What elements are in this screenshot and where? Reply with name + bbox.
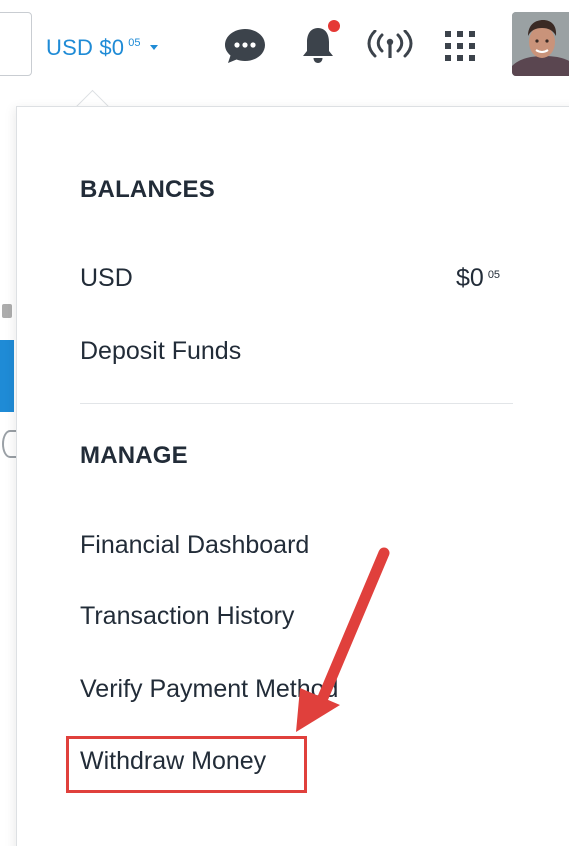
search-input[interactable]	[0, 12, 32, 76]
usd-balance-value: $0 05	[456, 264, 500, 293]
background-text-fragment	[0, 300, 14, 322]
usd-balance-amount: $0	[456, 264, 484, 292]
avatar[interactable]	[512, 12, 569, 76]
deposit-funds-link[interactable]: Deposit Funds	[80, 337, 241, 366]
balances-heading: BALANCES	[80, 176, 215, 203]
background-accent-bar	[0, 340, 14, 412]
transaction-history-link[interactable]: Transaction History	[80, 602, 294, 631]
financial-dashboard-link[interactable]: Financial Dashboard	[80, 531, 309, 560]
apps-grid-icon[interactable]	[442, 28, 478, 64]
menu-divider	[80, 403, 513, 404]
usd-balance-label[interactable]: USD	[80, 264, 133, 293]
manage-heading: MANAGE	[80, 442, 188, 469]
currency-balance-label: USD $0	[46, 35, 125, 60]
chat-icon[interactable]	[222, 26, 268, 66]
annotation-highlight-box	[66, 736, 307, 793]
top-bar: USD $0 05	[0, 0, 569, 80]
bell-icon[interactable]	[298, 18, 344, 66]
currency-balance-cents: 05	[128, 37, 141, 49]
usd-balance-cents: 05	[487, 269, 501, 281]
chevron-down-icon	[150, 45, 159, 50]
dropdown-pointer	[74, 88, 110, 107]
verify-payment-method-link[interactable]: Verify Payment Method	[80, 675, 338, 704]
currency-balance-toggle[interactable]: USD $0 05	[46, 30, 159, 66]
balance-dropdown-menu	[16, 106, 569, 846]
signal-icon[interactable]	[366, 30, 414, 62]
notification-dot	[328, 20, 340, 32]
